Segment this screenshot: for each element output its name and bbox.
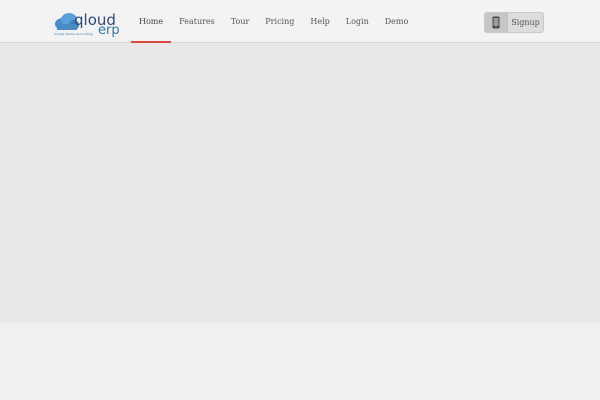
nav-item-help[interactable]: Help [302,0,337,43]
brand-tagline: Simple Online Accounting [54,32,93,36]
top-navigation-bar: qloud erp Simple Online Accounting Home … [0,0,600,43]
hero-banner [0,43,600,323]
lower-section [0,323,600,400]
nav-item-tour[interactable]: Tour [223,0,258,43]
nav-item-features[interactable]: Features [171,0,223,43]
signup-label: Signup [511,18,540,27]
signup-button[interactable]: Signup [484,12,544,33]
mobile-phone-icon [485,13,508,32]
nav-item-pricing[interactable]: Pricing [257,0,302,43]
nav-item-demo[interactable]: Demo [377,0,417,43]
brand-logo[interactable]: qloud erp Simple Online Accounting [54,10,124,40]
nav-item-login[interactable]: Login [338,0,377,43]
nav-item-home[interactable]: Home [131,0,172,43]
main-nav: Home Features Tour Pricing Help Login De… [131,0,416,43]
brand-suffix: erp [98,23,120,38]
